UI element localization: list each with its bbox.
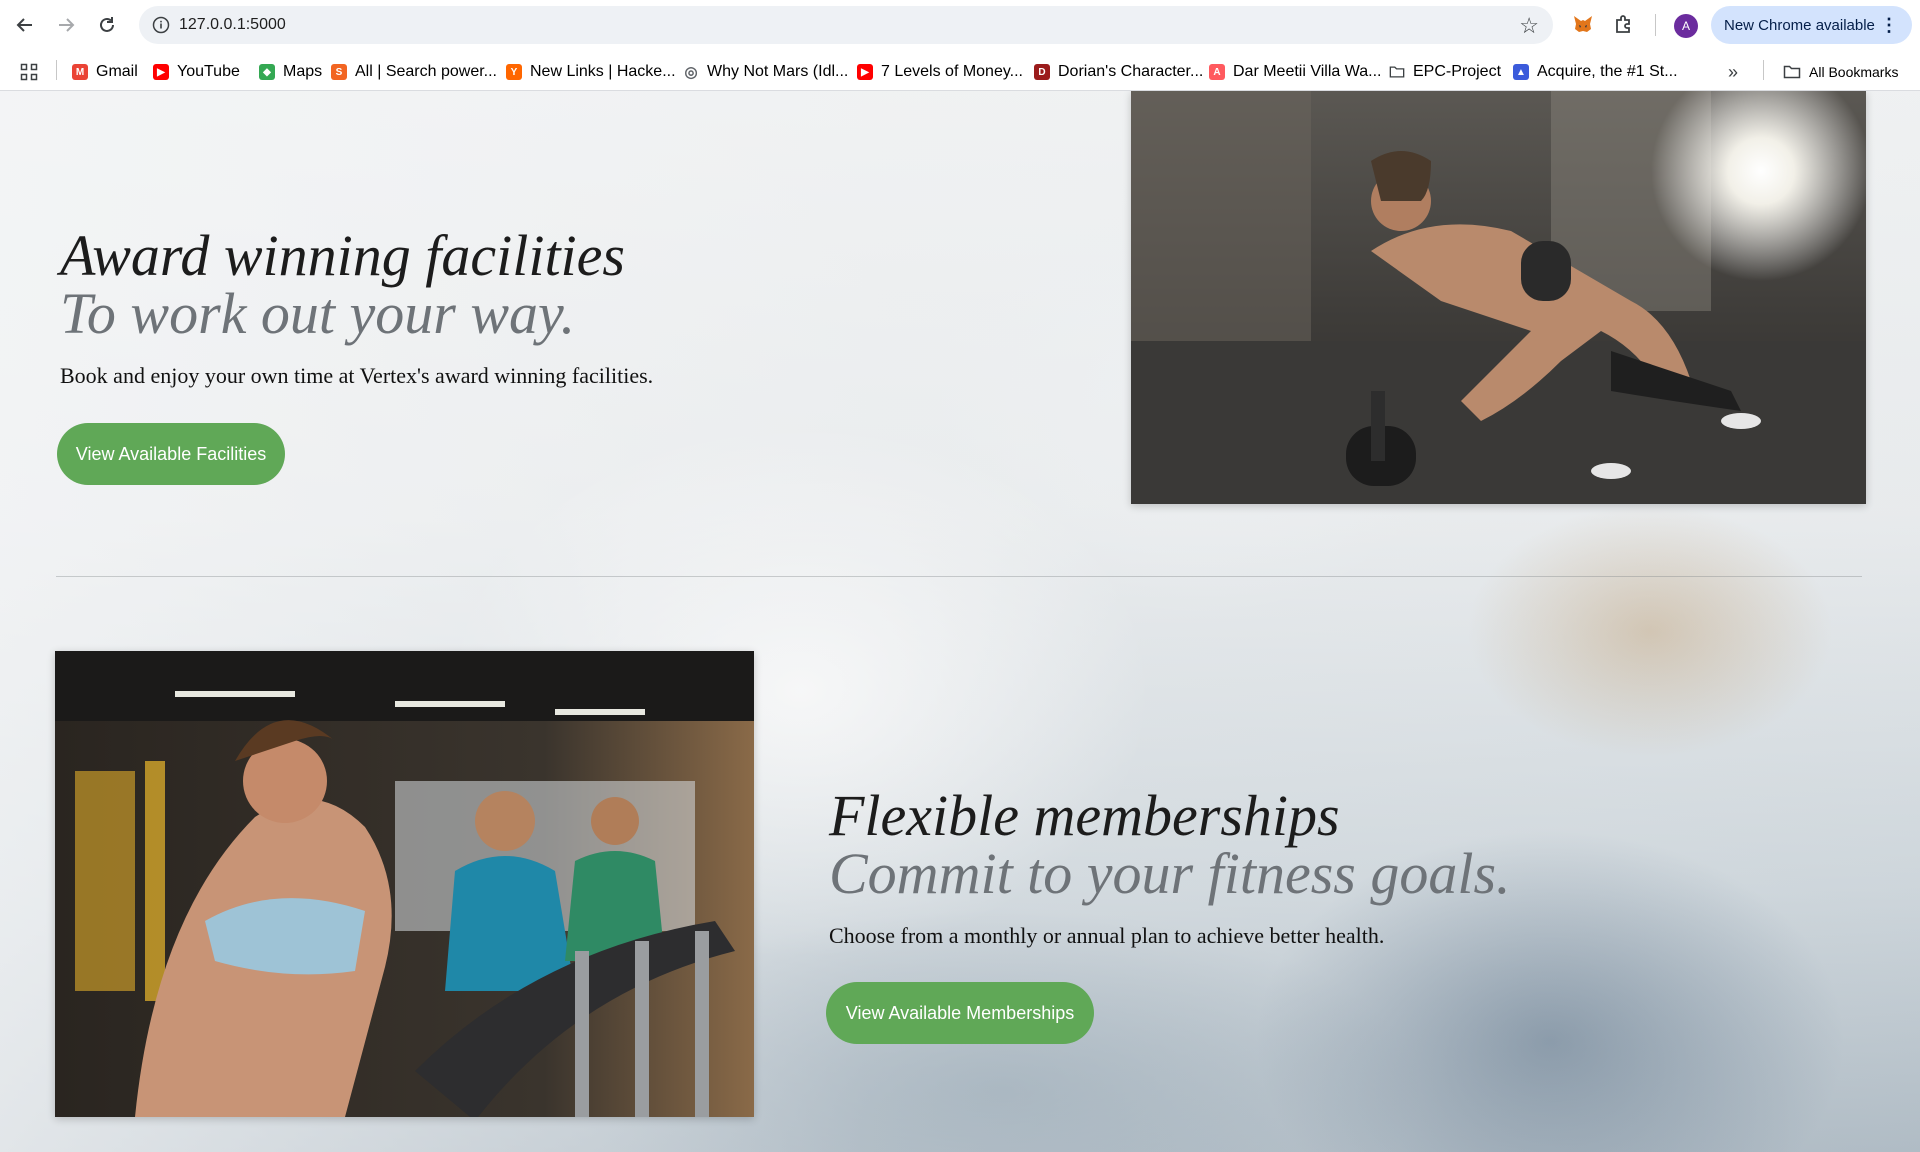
- bookmark-item[interactable]: A Dar Meetii Villa Wa...: [1209, 61, 1381, 83]
- site-info-icon[interactable]: [150, 14, 172, 36]
- back-button[interactable]: [9, 9, 41, 41]
- maps-icon: ◆: [259, 64, 275, 80]
- search-power-icon: S: [331, 64, 347, 80]
- bookmark-item[interactable]: Y New Links | Hacke...: [506, 61, 676, 83]
- reload-button[interactable]: [91, 9, 123, 41]
- airbnb-icon: A: [1209, 64, 1225, 80]
- view-memberships-button[interactable]: View Available Memberships: [826, 982, 1094, 1044]
- memberships-description: Choose from a monthly or annual plan to …: [829, 923, 1385, 948]
- facilities-subtitle: To work out your way.: [60, 281, 576, 346]
- all-bookmarks-button[interactable]: All Bookmarks: [1783, 61, 1898, 83]
- all-bookmarks-label: All Bookmarks: [1809, 64, 1899, 80]
- memberships-photo: [55, 651, 754, 1117]
- reload-icon: [100, 17, 114, 32]
- bookmark-item[interactable]: ◆ Maps: [259, 61, 322, 83]
- folder-icon: [1389, 64, 1405, 80]
- bookmark-item[interactable]: S All | Search power...: [331, 61, 497, 83]
- browser-toolbar: 127.0.0.1:5000 ☆ A New Chrome available …: [0, 0, 1920, 50]
- bookmark-star-icon[interactable]: ☆: [1519, 13, 1539, 39]
- forward-arrow-icon: [59, 18, 75, 32]
- back-arrow-icon: [16, 18, 32, 32]
- bookmark-item[interactable]: D Dorian's Character...: [1034, 61, 1203, 83]
- metamask-fox-icon[interactable]: [1570, 11, 1596, 37]
- profile-avatar[interactable]: A: [1674, 14, 1698, 38]
- bookmark-item[interactable]: EPC-Project: [1389, 61, 1501, 83]
- bookmark-item[interactable]: ▶ YouTube: [153, 61, 240, 83]
- acquire-icon: ▲: [1513, 64, 1529, 80]
- address-bar[interactable]: 127.0.0.1:5000 ☆: [139, 6, 1553, 44]
- folder-icon: [1783, 64, 1801, 80]
- extensions-puzzle-icon[interactable]: [1611, 11, 1637, 37]
- chrome-update-label: New Chrome available: [1724, 16, 1875, 34]
- forward-button[interactable]: [50, 9, 82, 41]
- bookmark-label: All | Search power...: [355, 63, 497, 80]
- bookmark-item[interactable]: ◎ Why Not Mars (Idl...: [683, 61, 848, 83]
- bookmark-label: Dorian's Character...: [1058, 63, 1204, 80]
- bookmark-item[interactable]: ▲ Acquire, the #1 St...: [1513, 61, 1678, 83]
- bookmarks-separator: [56, 60, 57, 80]
- bookmark-label: YouTube: [177, 63, 240, 80]
- hacker-news-icon: Y: [506, 64, 522, 80]
- toolbar-separator: [1655, 14, 1656, 36]
- bookmark-label: New Links | Hacke...: [530, 63, 676, 80]
- youtube-icon: ▶: [857, 64, 873, 80]
- bookmarks-overflow-chevron-icon[interactable]: »: [1728, 61, 1738, 83]
- dnd-icon: D: [1034, 64, 1050, 80]
- section-divider: [56, 576, 1862, 577]
- globe-icon: ◎: [684, 64, 698, 81]
- bookmark-item[interactable]: M Gmail: [72, 61, 138, 83]
- bookmark-item[interactable]: ▶ 7 Levels of Money...: [857, 61, 1023, 83]
- page-content: Award winning facilities To work out you…: [0, 91, 1920, 1152]
- bookmark-label: Gmail: [96, 63, 138, 80]
- url-text[interactable]: 127.0.0.1:5000: [179, 16, 286, 34]
- gmail-icon: M: [72, 64, 88, 80]
- bookmark-label: Acquire, the #1 St...: [1537, 63, 1678, 80]
- apps-grid-icon[interactable]: [20, 61, 38, 83]
- bookmarks-separator: [1763, 60, 1764, 80]
- bookmark-label: Why Not Mars (Idl...: [707, 63, 849, 80]
- view-facilities-button[interactable]: View Available Facilities: [57, 423, 285, 485]
- bookmark-label: EPC-Project: [1413, 63, 1502, 80]
- facilities-description: Book and enjoy your own time at Vertex's…: [60, 363, 654, 388]
- youtube-icon: ▶: [153, 64, 169, 80]
- chrome-update-button[interactable]: New Chrome available ⋮: [1711, 6, 1912, 44]
- memberships-subtitle: Commit to your fitness goals.: [829, 841, 1511, 906]
- bookmark-label: 7 Levels of Money...: [881, 63, 1023, 80]
- browser-chrome: 127.0.0.1:5000 ☆ A New Chrome available …: [0, 0, 1920, 91]
- facilities-photo: [1131, 91, 1866, 504]
- memberships-title: Flexible memberships: [829, 783, 1340, 848]
- bookmark-label: Maps: [283, 63, 323, 80]
- facilities-title: Award winning facilities: [60, 223, 625, 288]
- bookmark-label: Dar Meetii Villa Wa...: [1233, 63, 1382, 80]
- more-menu-icon[interactable]: ⋮: [1880, 15, 1898, 36]
